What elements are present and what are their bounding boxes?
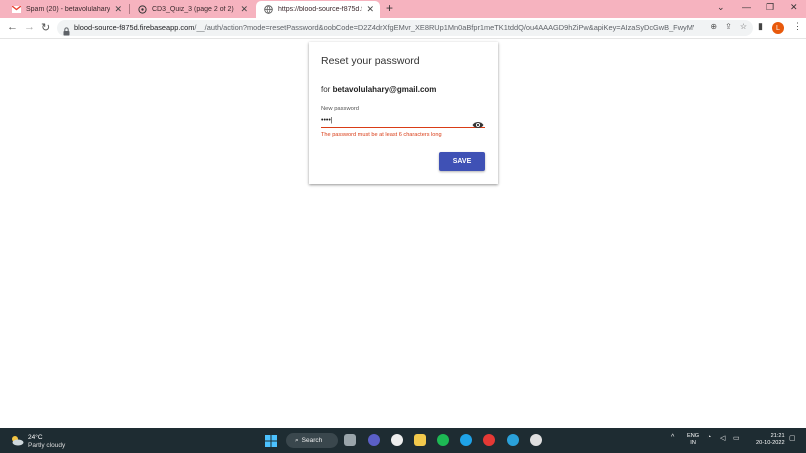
window-close-icon[interactable]: ✕: [790, 2, 798, 13]
tab-title: CD3_Quiz_3 (page 2 of 2): [152, 6, 234, 13]
lock-icon: [63, 23, 70, 41]
password-error: The password must be at least 6 characte…: [321, 132, 442, 138]
chatgpt-icon: [138, 5, 147, 14]
card-title: Reset your password: [321, 55, 420, 67]
tab-quiz[interactable]: CD3_Quiz_3 (page 2 of 2) ✕: [130, 1, 254, 18]
password-label: New password: [321, 106, 360, 112]
share-icon[interactable]: ⇪: [725, 22, 732, 31]
url-text: blood-source-f875d.firebaseapp.com/__/au…: [74, 23, 694, 32]
taskbar: 24°C Partly cloudy ⌕ Search ^ ENG IN ◔ ◁…: [0, 428, 806, 453]
forward-icon[interactable]: →: [24, 21, 35, 33]
spotify-icon[interactable]: [437, 434, 449, 446]
start-icon[interactable]: [265, 434, 277, 447]
reset-password-card: Reset your password for betavolulahary@g…: [309, 42, 498, 184]
eye-icon[interactable]: [472, 116, 484, 134]
lang-region: IN: [690, 440, 696, 446]
reload-icon[interactable]: ↻: [41, 21, 50, 34]
restore-icon[interactable]: ❐: [766, 2, 774, 13]
tab-title: Spam (20) - betavolulahary@gm...: [26, 6, 111, 13]
gmail-icon: [12, 5, 21, 14]
browser-toolbar: ← → ↻ blood-source-f875d.firebaseapp.com…: [0, 18, 806, 39]
notification-icon[interactable]: ▢: [789, 434, 796, 442]
teams-chat-icon[interactable]: [368, 434, 380, 446]
wifi-icon[interactable]: ◔: [707, 434, 711, 441]
battery-icon[interactable]: ▭: [733, 434, 740, 442]
close-tab-icon[interactable]: ✕: [114, 4, 122, 15]
language-indicator[interactable]: ENG IN: [687, 433, 699, 447]
chrome-icon[interactable]: [483, 434, 495, 446]
clock[interactable]: 21:21 20-10-2022: [756, 433, 785, 447]
install-icon[interactable]: ⊕: [710, 22, 717, 31]
search-icon: ⌕: [295, 436, 299, 444]
tab-strip: Spam (20) - betavolulahary@gm... ✕ CD3_Q…: [0, 0, 806, 18]
close-tab-icon[interactable]: ✕: [366, 4, 374, 15]
back-icon[interactable]: ←: [7, 21, 18, 33]
task-view-icon[interactable]: [344, 434, 356, 446]
tab-search-icon[interactable]: ⌄: [717, 2, 725, 13]
account-line: for betavolulahary@gmail.com: [321, 85, 436, 94]
bookmark-star-icon[interactable]: ☆: [740, 22, 747, 31]
time: 21:21: [770, 433, 785, 439]
account-email: betavolulahary@gmail.com: [332, 85, 437, 94]
tab-gmail[interactable]: Spam (20) - betavolulahary@gm... ✕: [4, 1, 128, 18]
file-explorer-icon[interactable]: [414, 434, 426, 446]
weather-widget[interactable]: 24°C Partly cloudy: [10, 433, 65, 451]
chevron-up-icon[interactable]: ^: [671, 434, 674, 441]
date: 20-10-2022: [756, 440, 785, 446]
globe-icon: [264, 5, 273, 14]
url-path: /__/auth/action?mode=resetPassword&oobCo…: [194, 23, 694, 32]
edge-icon[interactable]: [460, 434, 472, 446]
telegram-icon[interactable]: [507, 434, 519, 446]
search-label: Search: [301, 437, 323, 444]
temperature: 24°C: [28, 434, 43, 441]
taskbar-search[interactable]: ⌕ Search: [286, 433, 338, 448]
weather-text: Partly cloudy: [28, 442, 66, 449]
minimize-icon[interactable]: —: [742, 2, 751, 12]
address-bar[interactable]: blood-source-f875d.firebaseapp.com/__/au…: [57, 20, 753, 36]
volume-icon[interactable]: ◁: [720, 434, 725, 442]
tab-reset-password[interactable]: https://blood-source-f875d.fireb... ✕: [256, 1, 380, 18]
app-icon[interactable]: [530, 434, 542, 446]
url-host: blood-source-f875d.firebaseapp.com: [74, 23, 195, 32]
new-tab-button[interactable]: +: [386, 1, 393, 15]
tab-title: https://blood-source-f875d.fireb...: [278, 6, 363, 13]
app-icon[interactable]: [391, 434, 403, 446]
for-prefix: for: [321, 85, 331, 94]
new-password-input[interactable]: [321, 114, 485, 128]
weather-icon: [10, 433, 24, 451]
menu-icon[interactable]: ⋮: [793, 21, 802, 32]
profile-avatar[interactable]: L: [772, 22, 784, 34]
save-button[interactable]: SAVE: [439, 152, 485, 171]
sidebar-icon[interactable]: ▮: [758, 21, 763, 32]
close-tab-icon[interactable]: ✕: [240, 4, 248, 15]
lang-code: ENG: [687, 433, 700, 439]
